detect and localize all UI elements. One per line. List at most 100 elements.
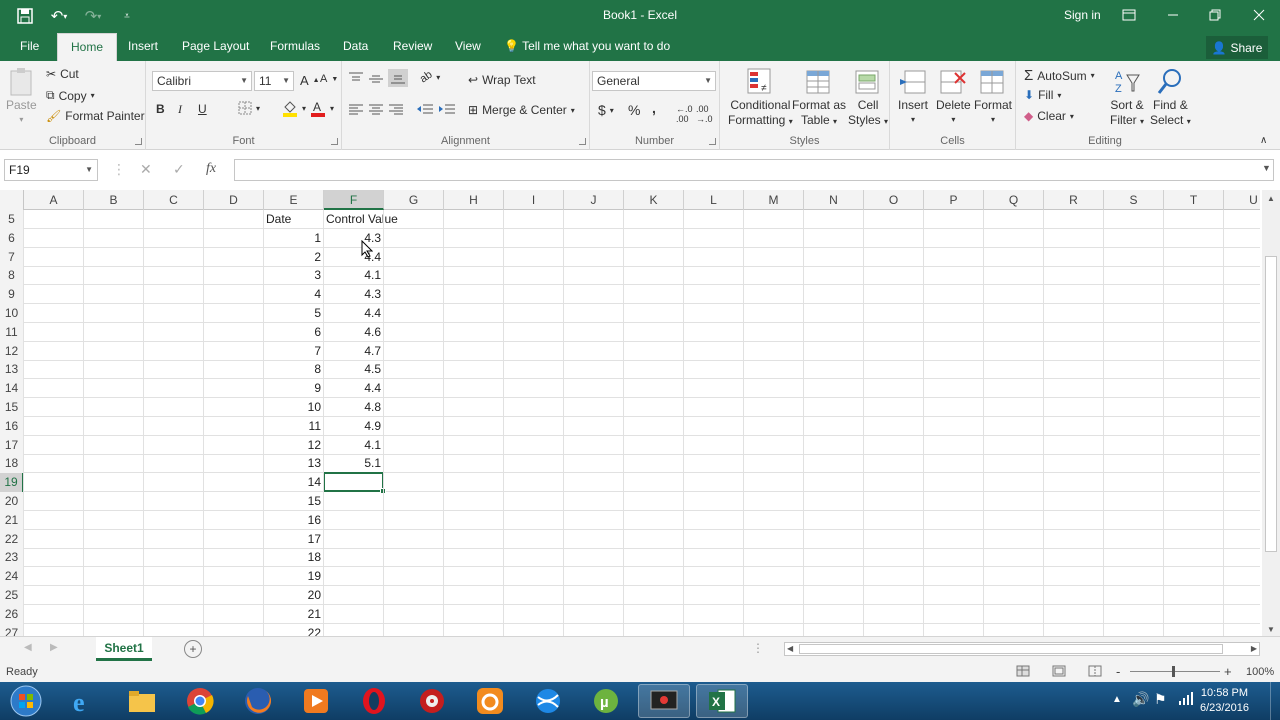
fill-button[interactable]: ⬇ Fill ▾: [1024, 88, 1061, 102]
cell-f[interactable]: 4.4: [324, 304, 383, 323]
percent-button[interactable]: %: [628, 102, 640, 118]
close-icon[interactable]: [1244, 4, 1274, 26]
cell-f[interactable]: 4.3: [324, 285, 383, 304]
page-break-view-icon[interactable]: [1088, 665, 1102, 680]
decrease-indent-icon[interactable]: [416, 103, 434, 115]
cell-f[interactable]: [324, 567, 383, 586]
taskbar-uc-browser[interactable]: [464, 684, 516, 718]
tab-file[interactable]: File: [16, 39, 43, 53]
row-header[interactable]: 17: [0, 435, 24, 455]
align-center-icon[interactable]: [368, 103, 384, 115]
bold-button[interactable]: B: [156, 102, 165, 116]
zoom-level[interactable]: 100%: [1246, 666, 1274, 678]
cell-e[interactable]: 4: [264, 285, 323, 304]
column-header-j[interactable]: J: [564, 190, 624, 210]
cell-styles-button[interactable]: Cell Styles ▾: [848, 67, 888, 129]
scroll-left-icon[interactable]: ◀: [787, 644, 793, 653]
column-header-e[interactable]: E: [264, 190, 324, 210]
taskbar-firefox[interactable]: [232, 684, 284, 718]
cell-f[interactable]: [324, 605, 383, 624]
cell-f[interactable]: [324, 624, 383, 636]
row-header[interactable]: 18: [0, 454, 24, 474]
cell-f[interactable]: [324, 492, 383, 511]
column-header-m[interactable]: M: [744, 190, 804, 210]
row-header[interactable]: 12: [0, 341, 24, 361]
row-header[interactable]: 6: [0, 228, 24, 248]
middle-align-icon[interactable]: [368, 71, 384, 85]
alignment-launcher-icon[interactable]: [579, 138, 586, 145]
increase-indent-icon[interactable]: [438, 103, 456, 115]
cell-f[interactable]: [324, 511, 383, 530]
cell-e[interactable]: 1: [264, 229, 323, 248]
borders-icon[interactable]: ▾: [238, 101, 260, 115]
cell-f[interactable]: 4.4: [324, 379, 383, 398]
number-format-combo[interactable]: General ▼: [592, 71, 716, 91]
cell-f[interactable]: 4.7: [324, 342, 383, 361]
format-painter-button[interactable]: 🖌 Format Painter: [46, 109, 145, 123]
copy-button[interactable]: ⧉ Copy ▾: [46, 88, 95, 103]
decrease-font-size-icon[interactable]: A ▼: [320, 73, 338, 85]
conditional-formatting-button[interactable]: ≠ Conditional Formatting ▾: [728, 67, 793, 129]
row-header[interactable]: 15: [0, 398, 24, 417]
cell-f[interactable]: 4.4: [324, 248, 383, 267]
row-header[interactable]: 20: [0, 492, 24, 511]
fill-color-icon[interactable]: ▾: [282, 100, 306, 117]
expand-formula-bar-icon[interactable]: ▼: [1262, 163, 1271, 173]
cell-e[interactable]: 6: [264, 323, 323, 342]
cell-e[interactable]: 16: [264, 511, 323, 530]
insert-function-icon[interactable]: fx: [206, 161, 216, 177]
column-header-c[interactable]: C: [144, 190, 204, 210]
decrease-decimal-icon[interactable]: .00 →.0: [696, 104, 713, 124]
cell-e[interactable]: 10: [264, 398, 323, 417]
row-header[interactable]: 22: [0, 529, 24, 549]
paste-button[interactable]: Paste ▾: [6, 67, 37, 127]
cell-f[interactable]: 4.8: [324, 398, 383, 417]
scroll-sheets-right-icon[interactable]: ▶: [50, 642, 58, 653]
autosum-button[interactable]: Σ AutoSum ▾: [1024, 67, 1095, 84]
taskbar-excel[interactable]: X: [696, 684, 748, 718]
italic-button[interactable]: I: [178, 102, 182, 117]
sign-in-link[interactable]: Sign in: [1064, 8, 1101, 22]
scroll-right-icon[interactable]: ▶: [1251, 644, 1257, 653]
cell-e[interactable]: 7: [264, 342, 323, 361]
taskbar-internet-explorer[interactable]: e: [58, 684, 110, 718]
number-launcher-icon[interactable]: [709, 138, 716, 145]
taskbar-file-explorer[interactable]: [116, 684, 168, 718]
taskbar-chrome[interactable]: [174, 684, 226, 718]
action-center-flag-icon[interactable]: ⚑: [1154, 691, 1167, 708]
comma-button[interactable]: ,: [652, 100, 656, 116]
taskbar-utorrent[interactable]: µ: [580, 684, 632, 718]
wrap-text-button[interactable]: ↩ Wrap Text: [468, 73, 536, 87]
cell-e[interactable]: 21: [264, 605, 323, 624]
format-as-table-button[interactable]: Format as Table ▾: [792, 67, 846, 129]
cell-e[interactable]: 19: [264, 567, 323, 586]
font-size-combo[interactable]: 11 ▼: [254, 71, 294, 91]
volume-icon[interactable]: 🔊: [1132, 691, 1149, 708]
cell-e[interactable]: 13: [264, 454, 323, 473]
orientation-icon[interactable]: ab ▾: [418, 69, 441, 86]
tab-split-handle-icon[interactable]: ⋮: [752, 641, 764, 655]
tab-review[interactable]: Review: [389, 39, 436, 53]
cell-f[interactable]: 5.1: [324, 454, 383, 473]
name-box[interactable]: F19 ▼: [4, 159, 98, 181]
page-layout-view-icon[interactable]: [1052, 665, 1066, 680]
cell-f[interactable]: 4.5: [324, 360, 383, 379]
row-header[interactable]: 7: [0, 247, 24, 267]
row-header[interactable]: 27: [0, 623, 24, 636]
scroll-down-icon[interactable]: ▼: [1267, 625, 1275, 634]
column-header-r[interactable]: R: [1044, 190, 1104, 210]
delete-cells-button[interactable]: Delete ▾: [936, 67, 971, 127]
increase-decimal-icon[interactable]: ←.0.00: [676, 104, 693, 124]
font-color-icon[interactable]: A ▾: [310, 100, 334, 117]
cell-e[interactable]: 9: [264, 379, 323, 398]
row-header[interactable]: 5: [0, 210, 24, 229]
cell-f[interactable]: Control Value: [326, 210, 398, 229]
tab-insert[interactable]: Insert: [124, 39, 162, 53]
tab-data[interactable]: Data: [339, 39, 372, 53]
cell-f[interactable]: 4.3: [324, 229, 383, 248]
row-header[interactable]: 25: [0, 586, 24, 605]
merge-center-button[interactable]: ⊞ Merge & Center ▾: [468, 103, 575, 117]
scroll-up-icon[interactable]: ▲: [1267, 194, 1275, 203]
tell-me-search[interactable]: 💡 Tell me what you want to do: [504, 39, 670, 53]
column-header-a[interactable]: A: [24, 190, 84, 210]
